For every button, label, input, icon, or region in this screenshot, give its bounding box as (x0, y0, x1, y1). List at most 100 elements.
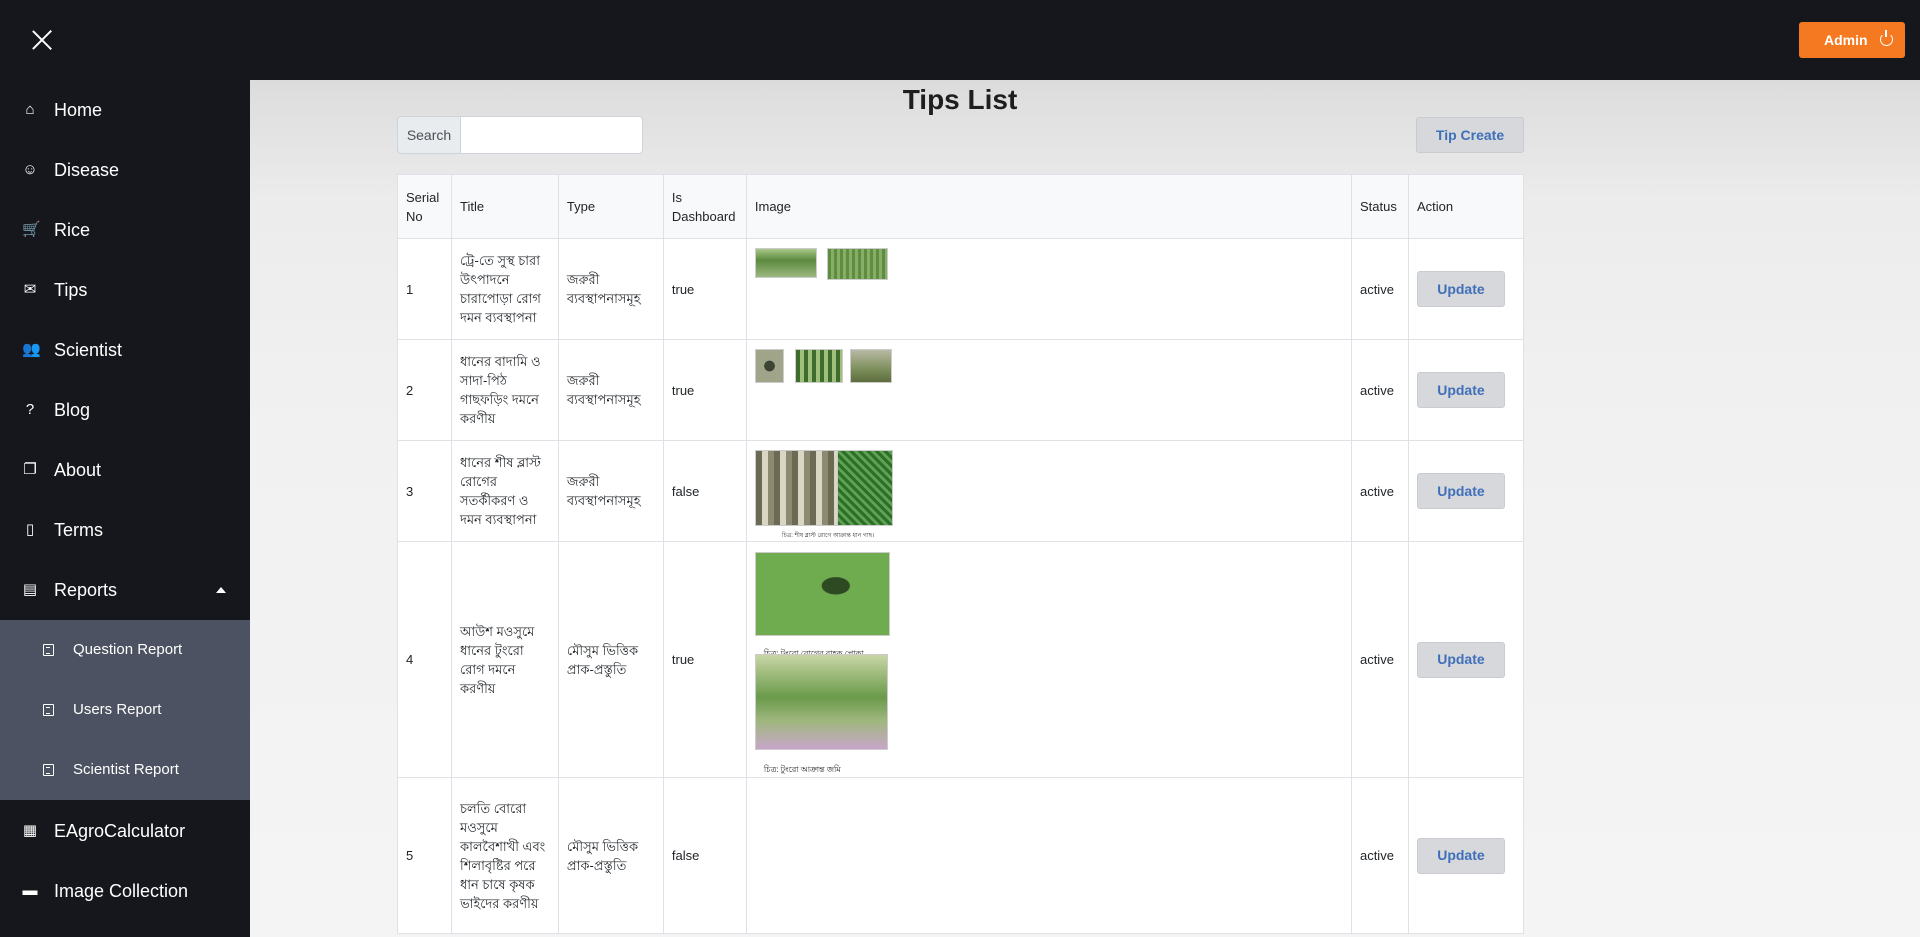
report-icon: ▤ (22, 581, 38, 598)
image-caption: চিত্র: টুংরো আক্রান্ত জমি (763, 764, 841, 774)
cell-image: চিত্র: টুংরো রোগের বাহক পোকা চিত্র: টুংর… (745, 541, 1352, 778)
sidebar-item-blog[interactable]: ? Blog (0, 380, 250, 440)
cell-title: চলতি বোরো মওসুমে কালবৈশাখী এবং শিলাবৃষ্ট… (450, 777, 559, 934)
sidebar-item-reports[interactable]: ▤ Reports (0, 560, 250, 620)
chevron-up-icon (216, 587, 226, 593)
sidebar-item-label: Reports (54, 579, 118, 600)
table-header-row: Serial No Title Type Is Dashboard Image … (397, 174, 1525, 239)
sidebar-item-label: Disease (54, 159, 120, 180)
search-input[interactable] (461, 116, 643, 154)
logout-icon (1880, 30, 1893, 46)
cell-type: মৌসুম ভিত্তিক প্রাক-প্রস্তুতি (557, 541, 664, 778)
sidebar-item-label: Users Report (73, 701, 162, 718)
cell-title: ধানের শীষ ব্লাস্ট রোগের সতর্কীকরণ ও দমন … (450, 440, 559, 542)
close-icon[interactable] (28, 26, 56, 54)
header-title: Title (450, 174, 559, 239)
sidebar-item-image-collection[interactable]: ▬ Image Collection (0, 861, 250, 921)
update-button[interactable]: Update (1416, 641, 1505, 678)
reports-submenu: Question Report Users Report Scientist R… (0, 620, 250, 800)
cell-is-dashboard: false (662, 777, 747, 934)
sidebar-item-label: Scientist (54, 339, 123, 360)
cell-is-dashboard: true (662, 541, 747, 778)
update-button[interactable]: Update (1416, 473, 1505, 509)
table-row: 5 চলতি বোরো মওসুমে কালবৈশাখী এবং শিলাবৃষ… (397, 777, 1525, 934)
tip-create-button[interactable]: Tip Create (1416, 117, 1524, 153)
file-icon: ▯ (25, 521, 35, 538)
sidebar-item-scientist[interactable]: 👥 Scientist (0, 320, 250, 380)
sidebar-item-rice[interactable]: 🛒 Rice (0, 200, 250, 260)
smiley-icon: ☺ (22, 161, 38, 178)
top-bar: Admin (0, 0, 1920, 80)
cell-image (745, 777, 1352, 934)
cell-is-dashboard: true (662, 339, 747, 441)
cell-type: জরুরী ব্যবস্থাপনাসমূহ (557, 339, 664, 441)
sidebar-item-home[interactable]: ⌂ Home (0, 80, 250, 140)
cell-title: ট্রে-তে সুস্থ চারা উৎপাদনে চারাপোড়া রোগ… (450, 238, 559, 340)
main-content: Tips List Search Tip Create Serial No Ti… (250, 80, 1920, 937)
tip-image (754, 653, 888, 750)
report-icon (43, 644, 54, 656)
cell-serial: 5 (397, 777, 452, 934)
tip-image (754, 551, 890, 636)
header-is-dashboard: Is Dashboard (662, 174, 747, 239)
cell-is-dashboard: true (662, 238, 747, 340)
cell-serial: 3 (397, 440, 452, 542)
sidebar-item-scientist-report[interactable]: Scientist Report (0, 740, 250, 800)
cell-type: মৌসুম ভিত্তিক প্রাক-প্রস্তুতি (557, 777, 664, 934)
cell-title: ধানের বাদামি ও সাদা-পিঠ গাছফড়িং দমনে কর… (450, 339, 559, 441)
sidebar-item-label: Tips (54, 279, 88, 300)
update-button[interactable]: Update (1416, 271, 1505, 307)
sidebar-item-terms[interactable]: ▯ Terms (0, 500, 250, 560)
cell-status: active (1350, 440, 1409, 542)
cell-status: active (1350, 238, 1409, 340)
sidebar-item-question-report[interactable]: Question Report (0, 620, 250, 680)
tip-image (849, 348, 892, 383)
tip-image (754, 247, 817, 278)
tip-image (826, 247, 888, 280)
table-row: 3 ধানের শীষ ব্লাস্ট রোগের সতর্কীকরণ ও দম… (397, 440, 1525, 542)
sidebar: ⌂ Home ☺ Disease 🛒 Rice ✉ Tips 👥 Scienti… (0, 80, 250, 937)
sidebar-item-about[interactable]: ❐ About (0, 440, 250, 500)
sidebar-item-disease[interactable]: ☺ Disease (0, 140, 250, 200)
cart-icon: 🛒 (22, 221, 41, 238)
tip-image (794, 348, 843, 383)
cell-image (745, 339, 1352, 441)
sidebar-item-label: Terms (54, 519, 103, 540)
sidebar-item-eagrocalculator[interactable]: ▦ EAgroCalculator (0, 801, 250, 861)
cell-action: Update (1407, 777, 1525, 934)
sidebar-item-label: EAgroCalculator (54, 820, 186, 841)
tips-table: Serial No Title Type Is Dashboard Image … (397, 174, 1525, 934)
update-button[interactable]: Update (1416, 372, 1505, 408)
search-group: Search (397, 116, 643, 154)
cell-type: জরুরী ব্যবস্থাপনাসমূহ (557, 440, 664, 542)
table-row: 1 ট্রে-তে সুস্থ চারা উৎপাদনে চারাপোড়া র… (397, 238, 1525, 340)
cell-action: Update (1407, 541, 1525, 778)
admin-button[interactable]: Admin (1799, 22, 1905, 58)
table-row: 4 আউশ মওসুমে ধানের টুংরো রোগ দমনে করণীয়… (397, 541, 1525, 778)
cell-is-dashboard: false (662, 440, 747, 542)
users-icon: 👥 (22, 341, 41, 358)
sidebar-item-label: Question Report (73, 641, 183, 658)
cell-status: active (1350, 541, 1409, 778)
sidebar-item-label: Image Collection (54, 880, 189, 901)
report-icon (43, 764, 54, 776)
cell-type: জরুরী ব্যবস্থাপনাসমূহ (557, 238, 664, 340)
sidebar-item-tips[interactable]: ✉ Tips (0, 260, 250, 320)
sidebar-item-label: Blog (54, 399, 91, 420)
update-button[interactable]: Update (1416, 837, 1505, 874)
tip-image (754, 348, 784, 383)
tip-image (836, 449, 893, 526)
header-type: Type (557, 174, 664, 239)
question-icon: ? (25, 401, 35, 418)
report-icon (43, 704, 54, 716)
cell-status: active (1350, 339, 1409, 441)
cell-serial: 1 (397, 238, 452, 340)
cell-serial: 4 (397, 541, 452, 778)
sidebar-item-label: Home (54, 99, 103, 120)
cell-status: active (1350, 777, 1409, 934)
folder-icon: ▬ (22, 882, 38, 899)
sidebar-item-users-report[interactable]: Users Report (0, 680, 250, 740)
search-label: Search (397, 116, 461, 154)
cell-action: Update (1407, 238, 1525, 340)
cell-image (745, 238, 1352, 340)
